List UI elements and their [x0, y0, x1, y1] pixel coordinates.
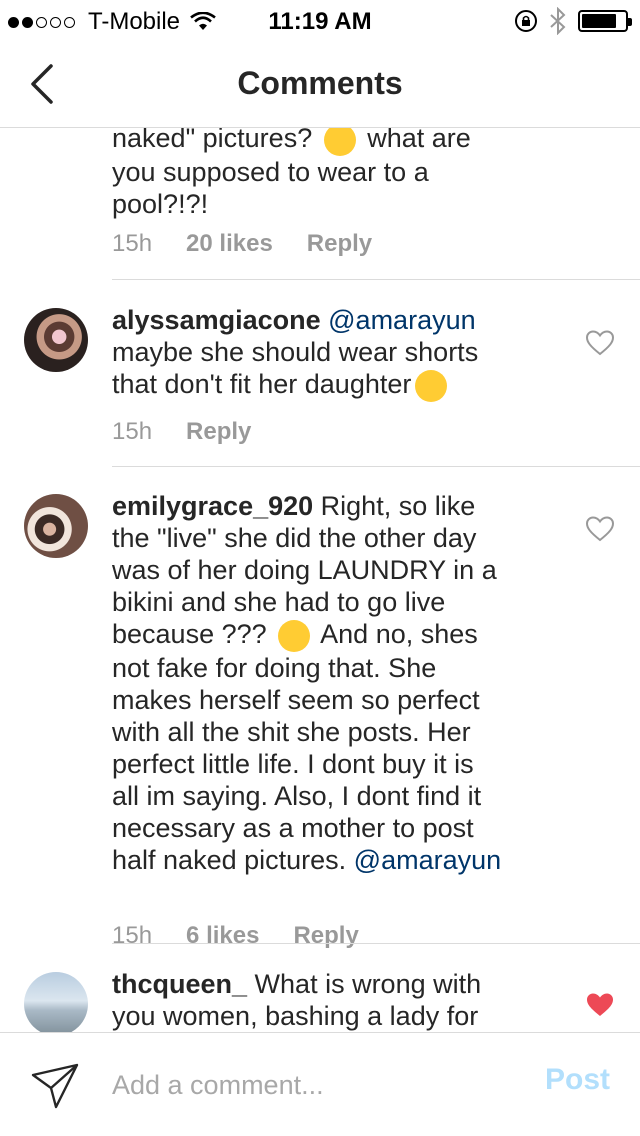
- thinking-emoji: [278, 619, 311, 652]
- comment-meta: 15h Reply: [112, 418, 285, 446]
- comment-input[interactable]: [112, 1063, 512, 1107]
- likes-count[interactable]: 20 likes: [186, 230, 273, 258]
- comment-time: 15h: [112, 418, 153, 445]
- mention[interactable]: @amarayun: [354, 845, 501, 875]
- comment-meta: 15h 6 likes Reply: [112, 922, 393, 950]
- navigation-bar: Comments: [0, 40, 640, 128]
- flushed-emoji: [415, 369, 448, 402]
- comment-text: naked" pictures? what are you supposed t…: [112, 128, 532, 220]
- page-title: Comments: [237, 65, 403, 101]
- avatar[interactable]: [24, 494, 88, 558]
- heart-icon[interactable]: [586, 330, 614, 356]
- rolling-laughing-emoji: [323, 128, 356, 156]
- divider: [112, 279, 640, 280]
- status-bar: T-Mobile 11:19 AM: [0, 0, 640, 40]
- rotation-lock-icon: [515, 10, 537, 32]
- username[interactable]: alyssamgiacone: [112, 305, 321, 335]
- divider: [112, 466, 640, 467]
- comments-list[interactable]: naked" pictures? what are you supposed t…: [0, 128, 640, 1032]
- heart-filled-icon[interactable]: [586, 992, 614, 1018]
- mention[interactable]: @amarayun: [328, 305, 475, 335]
- status-right: [514, 7, 632, 35]
- bluetooth-icon: [550, 7, 566, 35]
- comment-text: alyssamgiacone @amarayun maybe she shoul…: [112, 304, 532, 402]
- divider: [112, 943, 640, 944]
- paper-plane-icon[interactable]: [30, 1061, 80, 1111]
- comment-meta: 15h 20 likes Reply: [112, 230, 406, 258]
- comment-composer: Post: [0, 1032, 640, 1136]
- reply-button[interactable]: Reply: [186, 418, 251, 446]
- reply-button[interactable]: Reply: [293, 922, 358, 950]
- comment-text: thcqueen_ What is wrong with you women, …: [112, 969, 482, 1031]
- reply-button[interactable]: Reply: [307, 230, 372, 258]
- battery-icon: [578, 10, 632, 32]
- username[interactable]: emilygrace_920: [112, 491, 313, 521]
- username[interactable]: thcqueen_: [112, 969, 247, 999]
- heart-icon[interactable]: [586, 516, 614, 542]
- comment-time: 15h: [112, 230, 153, 257]
- comment-text: emilygrace_920 Right, so like the "live"…: [112, 491, 502, 875]
- avatar[interactable]: [24, 972, 88, 1032]
- likes-count[interactable]: 6 likes: [186, 922, 259, 950]
- comment-time: 15h: [112, 922, 153, 949]
- post-button[interactable]: Post: [545, 1063, 610, 1097]
- avatar[interactable]: [24, 308, 88, 372]
